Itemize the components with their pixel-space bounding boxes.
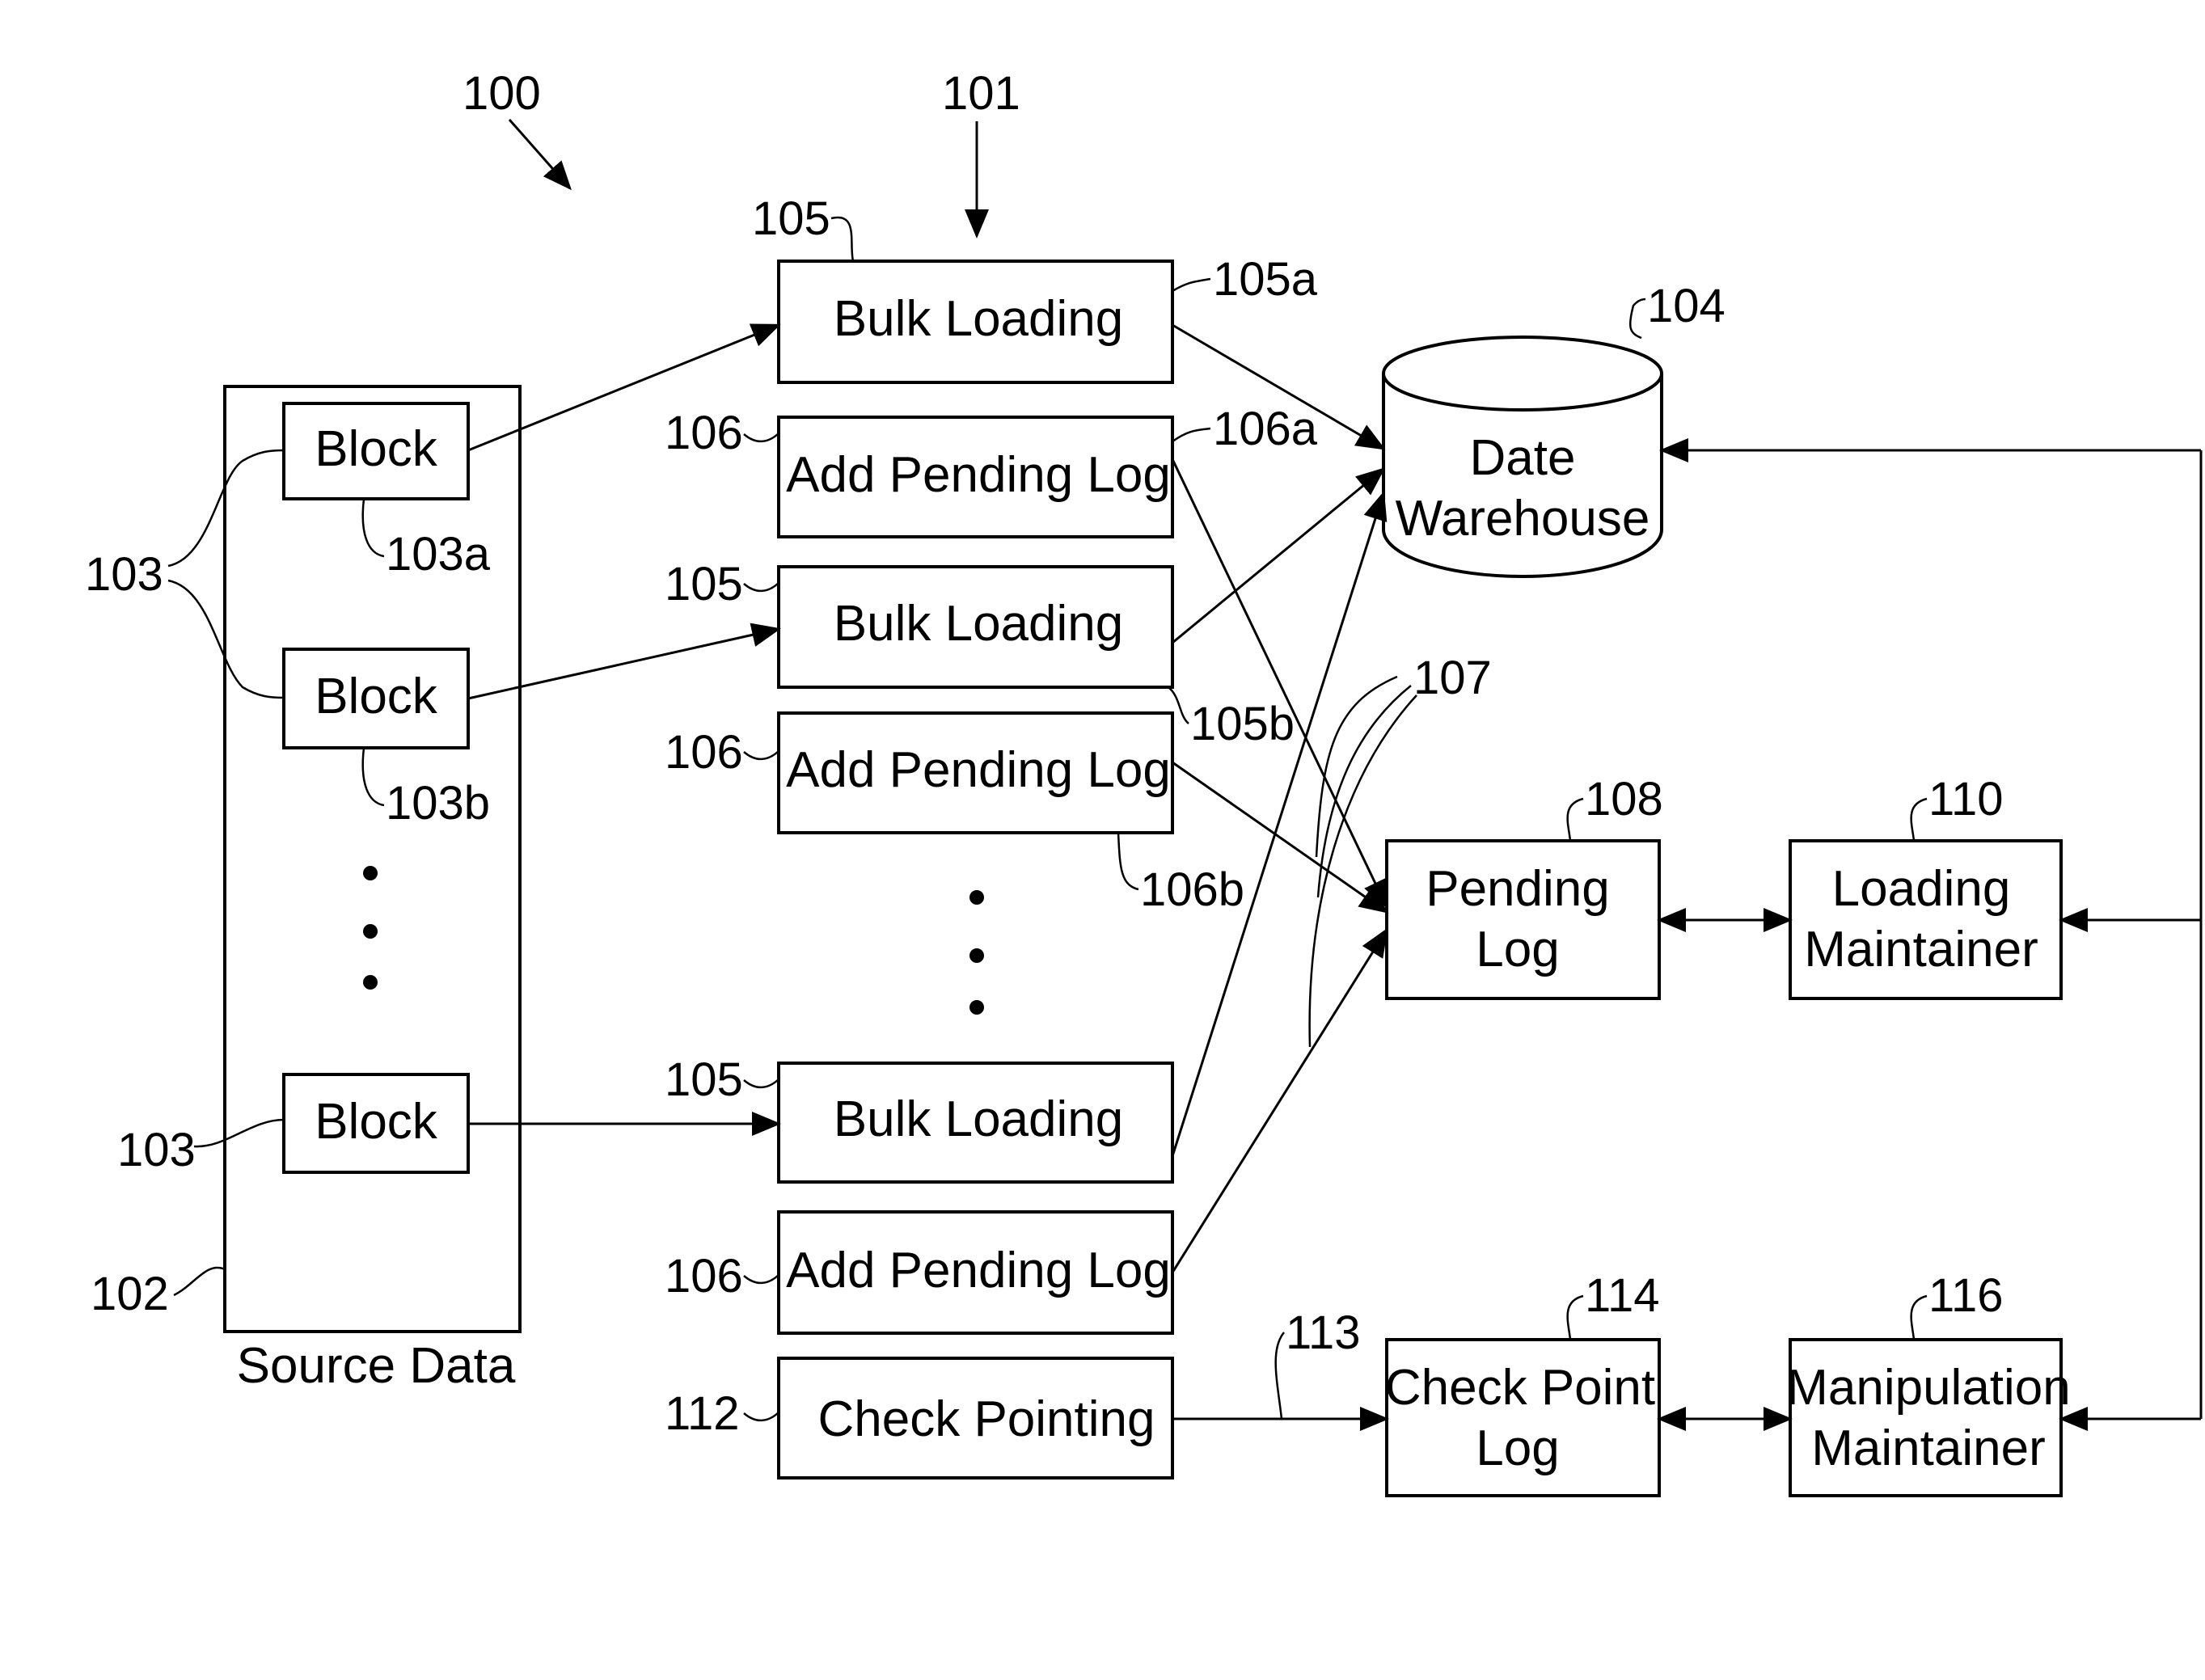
check-point-log: Check Point Log [1385,1338,1661,1497]
ellipsis-dot [363,924,378,939]
process-2-leader [743,433,779,443]
svg-text:Check Pointing: Check Pointing [817,1391,1155,1447]
manipulation-maintainer: Manipulation Maintainer [1786,1338,2071,1497]
process-bulk-loading-2: Bulk Loading [777,565,1174,689]
process-4-leader [743,750,779,761]
block-group-ref: 103 [85,548,163,601]
svg-text:Pending: Pending [1426,861,1610,917]
svg-text:Maintainer: Maintainer [1804,922,2038,977]
arrow-bulk3-to-warehouse [1171,491,1388,1157]
ellipsis-dot [969,948,984,963]
svg-text:Bulk Loading: Bulk Loading [834,1091,1124,1147]
ellipsis-dot [363,975,378,990]
process-6-ref: 106 [665,1250,743,1302]
manipulation-maintainer-leader [1910,1294,1928,1340]
process-add-pending-log-1: Add Pending Log [777,416,1174,538]
svg-text:Log: Log [1476,922,1559,977]
data-warehouse-line1: Date [1470,430,1576,486]
process-check-pointing: Check Pointing [777,1357,1174,1479]
ellipsis-dot [969,1000,984,1015]
process-bulk-loading-1: Bulk Loading [777,260,1174,384]
block-2-ref: 103b [386,777,490,829]
svg-text:Add Pending Log: Add Pending Log [786,742,1171,798]
svg-text:Log: Log [1476,1420,1559,1476]
process-3-ref: 105 [665,558,743,610]
block-3-ref: 103 [117,1124,196,1176]
process-group-ref-101: 101 [942,67,1020,120]
process-5-ref: 105 [665,1053,743,1106]
arrows-ref-107: 107 [1413,652,1492,704]
arrow-bulk2-to-warehouse [1172,467,1386,644]
process-bulk-loading-3: Bulk Loading [777,1062,1174,1184]
svg-text:Bulk Loading: Bulk Loading [834,291,1124,347]
loading-maintainer-leader [1910,797,1928,842]
svg-text:Add Pending Log: Add Pending Log [786,1243,1171,1298]
svg-text:Bulk Loading: Bulk Loading [834,596,1124,652]
arrow-apl1-to-pending-log [1171,458,1388,910]
process-5-leader [743,1078,779,1089]
checkpoint-arrow-leader [1274,1332,1285,1420]
process-6-leader [743,1274,779,1285]
loading-maintainer-ref: 110 [1928,773,2003,825]
process-3-leader [743,582,779,593]
source-data-ref: 102 [91,1268,169,1320]
process-4-ref: 106 [665,726,743,779]
manipulation-maintainer-ref: 116 [1928,1269,2003,1322]
process-1-leader [830,216,855,262]
check-point-log-leader [1566,1294,1584,1340]
svg-text:Maintainer: Maintainer [1811,1420,2045,1476]
process-4-ref-right: 106b [1140,863,1244,916]
svg-text:Loading: Loading [1832,861,2011,917]
block-3: Block [282,1073,470,1174]
process-1-ref: 105 [752,192,830,245]
process-add-pending-log-2: Add Pending Log [777,711,1174,834]
svg-text:Manipulation: Manipulation [1786,1360,2071,1416]
block-2: Block [282,648,470,749]
check-point-log-ref: 114 [1585,1269,1659,1322]
process-1-ref-right: 105a [1213,253,1318,306]
process-7-leader [743,1412,779,1422]
process-2-ref-right: 106a [1213,403,1318,455]
process-add-pending-log-3: Add Pending Log [777,1210,1174,1335]
process-2-ref: 106 [665,407,743,459]
svg-text:Add Pending Log: Add Pending Log [786,447,1171,503]
ellipsis-dot [969,890,984,905]
data-warehouse-leader [1628,298,1646,340]
pending-log: Pending Log [1385,839,1661,1000]
figure-ref-100: 100 [463,67,541,120]
process-2-leader-right [1172,427,1211,443]
process-1-leader-right [1172,277,1211,293]
source-data-caption: Source Data [237,1338,516,1394]
pending-log-ref: 108 [1585,773,1663,825]
checkpoint-arrow-ref: 113 [1286,1306,1360,1359]
source-data-leader [173,1266,226,1297]
data-warehouse-ref: 104 [1647,280,1726,332]
block-1-label: Block [315,421,438,477]
ellipsis-dot [363,866,378,880]
data-warehouse-line2: Warehouse [1396,491,1650,547]
loading-maintainer: Loading Maintainer [1789,839,2063,1000]
pending-log-leader [1566,797,1584,842]
block-1: Block [282,402,470,500]
process-4-leader-right [1117,832,1139,891]
process-7-ref: 112 [665,1387,739,1440]
figure-ref-arrow [508,119,572,191]
block-3-label: Block [315,1094,438,1150]
block-1-ref: 103a [386,528,491,580]
diagram-canvas: 100 101 Source Data 102 Block 103a Block… [85,67,2203,1497]
arrow-apl3-to-pending-log [1171,927,1388,1273]
block-2-label: Block [315,669,438,724]
process-3-ref-right: 105b [1190,698,1295,750]
svg-text:Check Point: Check Point [1385,1360,1655,1416]
data-warehouse: Date Warehouse [1382,336,1663,578]
